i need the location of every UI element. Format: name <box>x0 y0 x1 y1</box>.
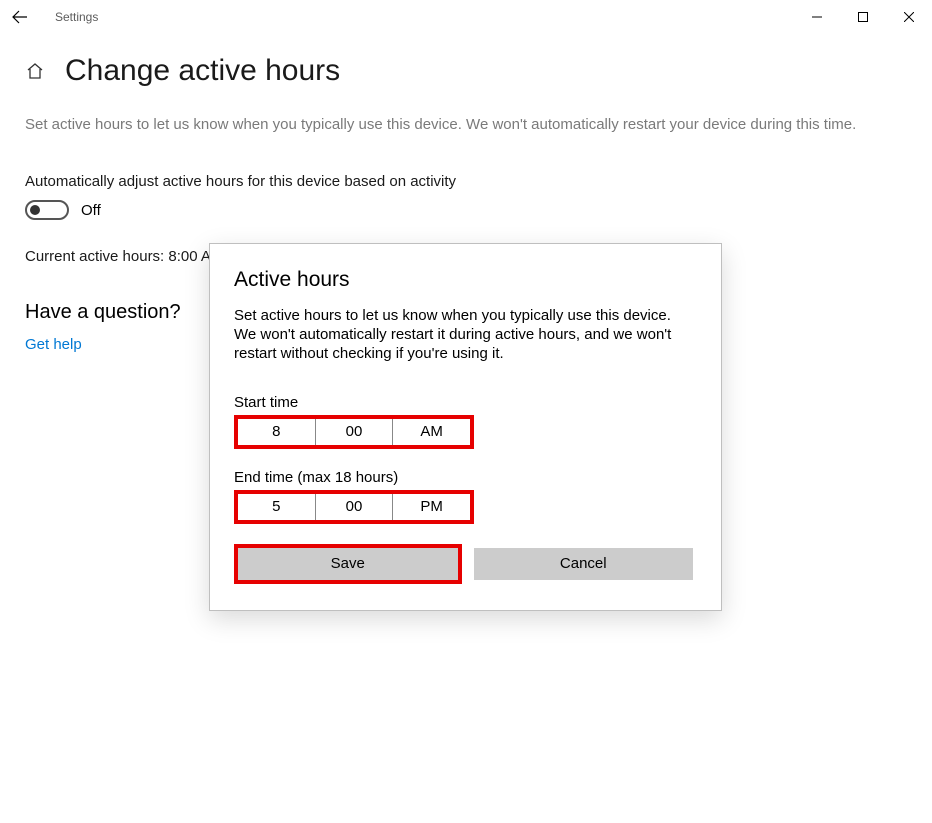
toggle-state-label: Off <box>81 202 101 219</box>
start-period-cell[interactable]: AM <box>392 419 470 445</box>
auto-adjust-label: Automatically adjust active hours for th… <box>25 173 907 190</box>
minimize-icon <box>812 12 822 22</box>
minimize-button[interactable] <box>794 0 840 34</box>
close-button[interactable] <box>886 0 932 34</box>
auto-adjust-toggle[interactable] <box>25 200 69 220</box>
auto-adjust-toggle-row: Off <box>25 200 907 220</box>
end-period-cell[interactable]: PM <box>392 494 470 520</box>
back-button[interactable] <box>0 0 40 34</box>
end-time-picker[interactable]: 5 00 PM <box>234 490 474 524</box>
active-hours-dialog: Active hours Set active hours to let us … <box>209 243 722 611</box>
start-time-label: Start time <box>234 394 697 411</box>
titlebar: Settings <box>0 0 932 34</box>
app-title: Settings <box>55 10 98 24</box>
page-heading-row: Change active hours <box>25 54 907 88</box>
cancel-button[interactable]: Cancel <box>474 548 694 580</box>
get-help-link[interactable]: Get help <box>25 336 82 353</box>
dialog-title: Active hours <box>234 268 697 292</box>
close-icon <box>904 12 914 22</box>
toggle-knob <box>30 205 40 215</box>
arrow-left-icon <box>12 9 28 25</box>
home-icon[interactable] <box>25 61 45 81</box>
cancel-button-wrap: Cancel <box>470 544 698 584</box>
window-controls <box>794 0 932 34</box>
page-title: Change active hours <box>65 54 340 88</box>
dialog-button-row: Save Cancel <box>234 544 697 584</box>
end-hour-cell[interactable]: 5 <box>238 494 315 520</box>
start-time-picker[interactable]: 8 00 AM <box>234 415 474 449</box>
dialog-description: Set active hours to let us know when you… <box>234 306 697 364</box>
maximize-button[interactable] <box>840 0 886 34</box>
maximize-icon <box>858 12 868 22</box>
end-minute-cell[interactable]: 00 <box>315 494 393 520</box>
save-button-highlight: Save <box>234 544 462 584</box>
end-time-label: End time (max 18 hours) <box>234 469 697 486</box>
save-button[interactable]: Save <box>238 548 458 580</box>
page-description: Set active hours to let us know when you… <box>25 116 907 133</box>
start-minute-cell[interactable]: 00 <box>315 419 393 445</box>
start-hour-cell[interactable]: 8 <box>238 419 315 445</box>
